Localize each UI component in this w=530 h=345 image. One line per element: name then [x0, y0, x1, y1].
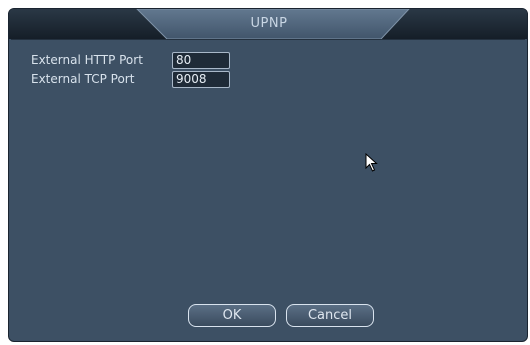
mouse-pointer-icon	[365, 153, 378, 172]
dialog-title-bar: UPNP	[9, 9, 527, 39]
title-divider	[11, 39, 525, 40]
tcp-port-input[interactable]: 9008	[172, 71, 230, 88]
tcp-port-label: External TCP Port	[31, 72, 135, 86]
cancel-button[interactable]: Cancel	[286, 304, 374, 327]
http-port-input[interactable]: 80	[172, 52, 230, 69]
ok-button[interactable]: OK	[188, 304, 276, 327]
dialog-title: UPNP	[250, 16, 288, 31]
http-port-label: External HTTP Port	[31, 53, 143, 67]
upnp-dialog: UPNP External HTTP Port 80 External TCP …	[8, 8, 528, 342]
